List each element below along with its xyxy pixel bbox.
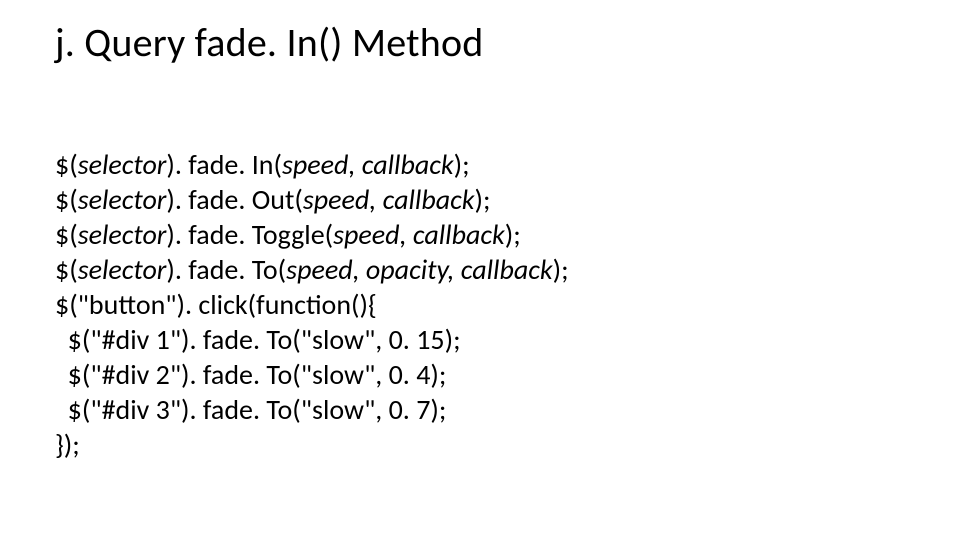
code-segment: $("#div 2"). fade. To("slow", 0. 4);: [55, 357, 446, 392]
code-segment: selector: [78, 252, 167, 287]
code-segment: $("#div 1"). fade. To("slow", 0. 15);: [55, 322, 461, 357]
code-segment: speed, callback: [303, 182, 475, 217]
code-segment: );: [553, 252, 569, 287]
slide-title: j. Query fade. In() Method: [55, 18, 905, 67]
code-line: $("#div 2"). fade. To("slow", 0. 4);: [55, 357, 905, 392]
code-segment: speed, callback: [282, 147, 454, 182]
code-segment: ). fade. Toggle(: [166, 217, 333, 252]
code-segment: speed, opacity, callback: [286, 252, 552, 287]
slide: j. Query fade. In() Method $(selector). …: [0, 0, 960, 540]
code-line: });: [55, 427, 905, 462]
code-segment: );: [475, 182, 491, 217]
code-line: $("#div 3"). fade. To("slow", 0. 7);: [55, 392, 905, 427]
code-segment: speed, callback: [333, 217, 505, 252]
code-segment: $(: [55, 182, 78, 217]
code-line: $(selector). fade. Out(speed, callback);: [55, 182, 905, 217]
code-line: $(selector). fade. In(speed, callback);: [55, 147, 905, 182]
code-segment: ). fade. Out(: [166, 182, 302, 217]
code-segment: $("button"). click(function(){: [55, 287, 377, 322]
code-segment: ). fade. To(: [166, 252, 286, 287]
code-segment: $(: [55, 252, 78, 287]
code-segment: $(: [55, 147, 78, 182]
slide-body: $(selector). fade. In(speed, callback);$…: [55, 147, 905, 462]
code-segment: selector: [78, 147, 167, 182]
code-line: $(selector). fade. Toggle(speed, callbac…: [55, 217, 905, 252]
code-line: $("button"). click(function(){: [55, 287, 905, 322]
code-segment: });: [55, 427, 80, 462]
code-segment: $("#div 3"). fade. To("slow", 0. 7);: [55, 392, 446, 427]
code-segment: selector: [78, 182, 167, 217]
code-segment: );: [505, 217, 521, 252]
code-line: $(selector). fade. To(speed, opacity, ca…: [55, 252, 905, 287]
code-line: $("#div 1"). fade. To("slow", 0. 15);: [55, 322, 905, 357]
code-segment: $(: [55, 217, 78, 252]
code-segment: selector: [78, 217, 167, 252]
code-segment: ). fade. In(: [166, 147, 282, 182]
code-segment: );: [454, 147, 470, 182]
